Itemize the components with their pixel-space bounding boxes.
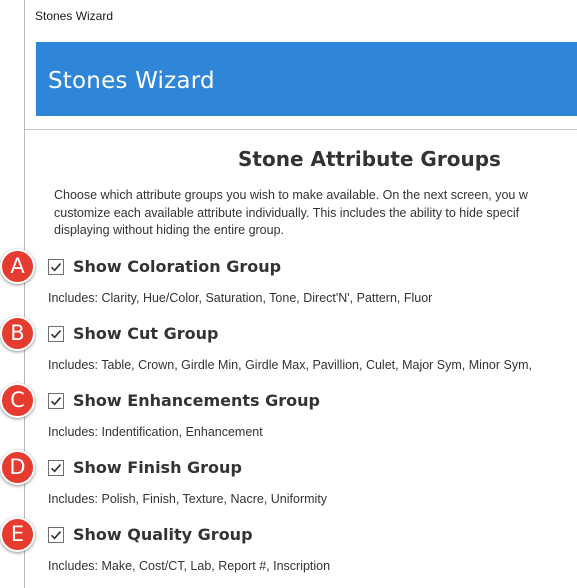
check-icon (50, 263, 62, 272)
coloration-group-includes: Includes: Clarity, Hue/Color, Saturation… (48, 291, 433, 305)
intro-line-2: customize each available attribute indiv… (54, 205, 520, 220)
cut-group-includes: Includes: Table, Crown, Girdle Min, Gird… (48, 358, 532, 372)
callout-badge-c: C (0, 383, 35, 418)
quality-group-checkbox[interactable] (48, 527, 64, 543)
enhancements-group-label[interactable]: Show Enhancements Group (73, 391, 320, 410)
wizard-window: Stones Wizard Stones Wizard Stone Attrib… (24, 0, 577, 588)
finish-group-includes: Includes: Polish, Finish, Texture, Nacre… (48, 492, 328, 506)
enhancements-group-includes: Includes: Indentification, Enhancement (48, 425, 263, 439)
coloration-group-label[interactable]: Show Coloration Group (73, 257, 281, 276)
header-divider (25, 129, 577, 130)
quality-group-label[interactable]: Show Quality Group (73, 525, 253, 544)
callout-badge-d: D (0, 450, 35, 485)
window-title: Stones Wizard (35, 9, 114, 23)
title-bar: Stones Wizard (25, 0, 577, 32)
check-icon (50, 330, 62, 339)
wizard-banner: Stones Wizard (36, 42, 577, 116)
cut-group-label[interactable]: Show Cut Group (73, 324, 218, 343)
callout-badge-b: B (0, 316, 35, 351)
banner-title: Stones Wizard (48, 68, 215, 94)
page-heading: Stone Attribute Groups (238, 147, 501, 171)
quality-group-includes: Includes: Make, Cost/CT, Lab, Report #, … (48, 559, 331, 573)
callout-badge-a: A (0, 249, 35, 284)
finish-group-checkbox[interactable] (48, 460, 64, 476)
finish-group-label[interactable]: Show Finish Group (73, 458, 242, 477)
check-icon (50, 464, 62, 473)
coloration-group-checkbox[interactable] (48, 259, 64, 275)
check-icon (50, 531, 62, 540)
intro-text: Choose which attribute groups you wish t… (54, 187, 577, 240)
cut-group-checkbox[interactable] (48, 326, 64, 342)
intro-line-1: Choose which attribute groups you wish t… (54, 188, 528, 202)
callout-badge-e: E (0, 517, 35, 552)
check-icon (50, 397, 62, 406)
enhancements-group-checkbox[interactable] (48, 393, 64, 409)
intro-line-3: displaying without hiding the entire gro… (54, 223, 285, 237)
